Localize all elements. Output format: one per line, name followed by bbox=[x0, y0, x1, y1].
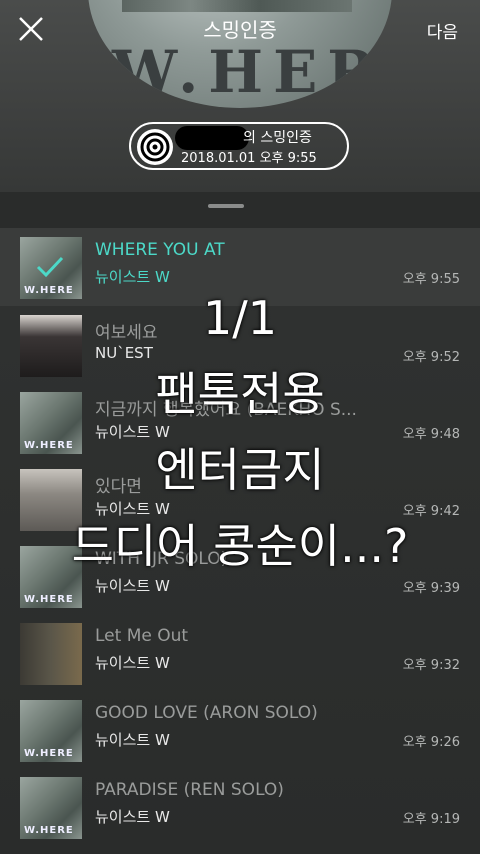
list-item[interactable]: W.HERE PARADISE (REN SOLO) 뉴이스트 W 오후 9:1… bbox=[0, 768, 480, 846]
song-artist: 뉴이스트 W bbox=[95, 808, 170, 826]
caption-overlay: 1/1 팬톡전용 엔터금지 드디어 콩순이...? bbox=[0, 280, 480, 584]
overlay-line: 팬톡전용 bbox=[155, 367, 325, 421]
play-time: 오후 9:26 bbox=[402, 735, 460, 750]
streaming-certificate-pill: 의 스밍인증 2018.01.01 오후 9:55 bbox=[129, 122, 349, 170]
certificate-title: 의 스밍인증 bbox=[243, 130, 312, 146]
album-photo bbox=[122, 0, 352, 12]
disc-icon bbox=[137, 129, 173, 165]
album-thumbnail: W.HERE bbox=[20, 777, 82, 839]
drag-handle[interactable] bbox=[208, 204, 244, 208]
page-title: 스밍인증 bbox=[203, 18, 277, 42]
song-title: Let Me Out bbox=[95, 626, 189, 646]
next-button[interactable]: 다음 bbox=[427, 18, 458, 43]
song-artist: 뉴이스트 W bbox=[95, 654, 170, 672]
certificate-datetime: 2018.01.01 오후 9:55 bbox=[181, 151, 317, 166]
list-item[interactable]: W.HERE GOOD LOVE (ARON SOLO) 뉴이스트 W 오후 9… bbox=[0, 691, 480, 769]
check-icon bbox=[36, 256, 64, 278]
overlay-line: 1/1 bbox=[202, 291, 278, 345]
sheet-drag-bar[interactable] bbox=[0, 192, 480, 228]
album-thumbnail bbox=[20, 623, 82, 685]
song-title: PARADISE (REN SOLO) bbox=[95, 780, 284, 800]
album-thumbnail: W.HERE bbox=[20, 700, 82, 762]
list-item[interactable]: Let Me Out 뉴이스트 W 오후 9:32 bbox=[0, 614, 480, 692]
song-title: WHERE YOU AT bbox=[95, 240, 225, 260]
overlay-line: 드디어 콩순이...? bbox=[71, 519, 409, 573]
song-title: GOOD LOVE (ARON SOLO) bbox=[95, 703, 318, 723]
album-letters: W.HERE bbox=[112, 38, 392, 106]
overlay-line: 엔터금지 bbox=[155, 443, 325, 497]
header: W.HERE 스밍인증 다음 의 스밍인증 2018.01.01 오후 9:55 bbox=[0, 0, 480, 192]
play-time: 오후 9:19 bbox=[402, 812, 460, 827]
song-artist: 뉴이스트 W bbox=[95, 731, 170, 749]
play-time: 오후 9:32 bbox=[402, 658, 460, 673]
